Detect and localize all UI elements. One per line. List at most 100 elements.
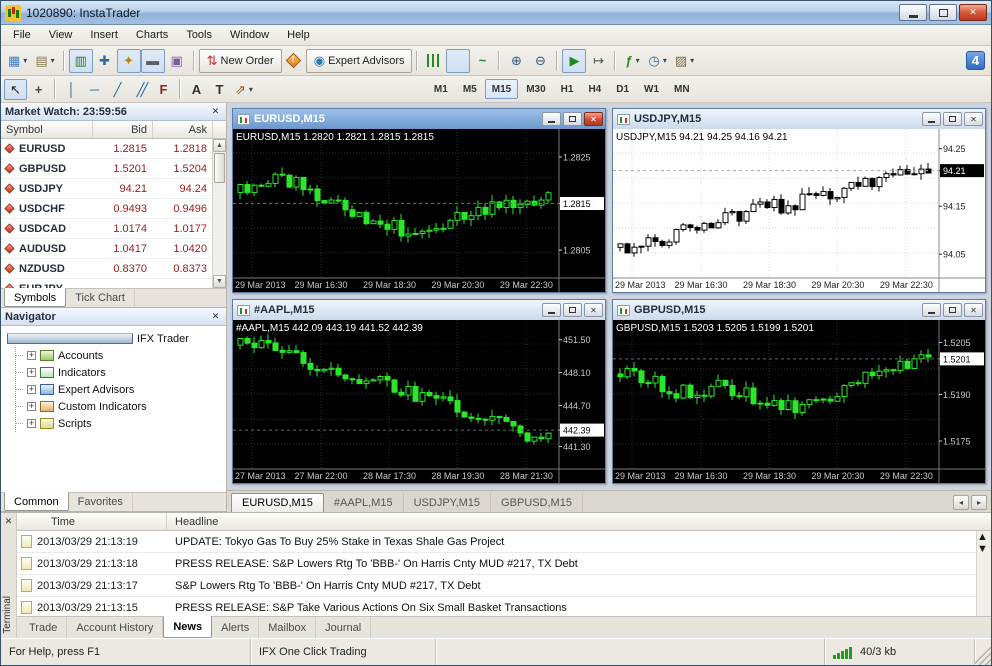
column-headline[interactable]: Headline	[167, 513, 991, 530]
chart-restore-button[interactable]	[943, 303, 962, 317]
timeframe-m30[interactable]: M30	[519, 79, 552, 99]
expand-icon[interactable]: +	[27, 402, 36, 411]
terminal-toggle-button[interactable]: ▬	[140, 48, 165, 73]
zoom-in-button[interactable]: ⊕	[504, 49, 528, 73]
new-order-button[interactable]: ⇅ New Order	[198, 48, 282, 73]
profiles-button[interactable]: ▤ ▾	[31, 49, 58, 73]
periods-button[interactable]: ◷ ▾	[644, 49, 670, 73]
expert-advisors-button[interactable]: ◉ Expert Advisors	[305, 48, 413, 73]
fibonacci-button[interactable]: F	[152, 79, 175, 100]
terminal-tab-trade[interactable]: Trade	[20, 617, 68, 638]
menu-window[interactable]: Window	[221, 27, 278, 43]
new-chart-button[interactable]: ▦ ▾	[4, 49, 31, 73]
chart-minimize-button[interactable]	[922, 112, 941, 126]
tab-scroll-left-icon[interactable]: ◂	[953, 495, 969, 510]
chart-shift-button[interactable]: ↦	[586, 49, 610, 73]
tab-scroll-right-icon[interactable]: ▸	[971, 495, 987, 510]
market-watch-row[interactable]: NZDUSD 0.8370 0.8373	[1, 259, 212, 279]
chart-tab-eurusd-m15[interactable]: EURUSD,M15	[231, 493, 324, 512]
menu-view[interactable]: View	[40, 27, 82, 43]
horizontal-line-button[interactable]: ─	[83, 79, 106, 100]
timeframe-m15[interactable]: M15	[484, 79, 519, 99]
menu-tools[interactable]: Tools	[177, 27, 221, 43]
crosshair-button[interactable]: +	[27, 79, 50, 100]
timeframe-m5[interactable]: M5	[456, 79, 484, 99]
data-window-button[interactable]: ✚	[93, 49, 117, 73]
bar-chart-button[interactable]	[422, 49, 446, 73]
terminal-scrollbar[interactable]: ▲ ▼	[976, 531, 991, 616]
tab-symbols[interactable]: Symbols	[4, 288, 67, 307]
trendline-button[interactable]: ╱	[106, 79, 129, 100]
notifications-button[interactable]: 4	[966, 51, 985, 70]
text-button[interactable]: A	[185, 79, 208, 100]
expand-icon[interactable]: +	[27, 351, 36, 360]
market-watch-toggle-button[interactable]: ▥	[68, 48, 93, 73]
timeframe-d1[interactable]: D1	[609, 79, 636, 99]
chart-title-bar[interactable]: EURUSD,M15 ✕	[233, 109, 605, 129]
chart-close-button[interactable]: ✕	[964, 112, 983, 126]
menu-insert[interactable]: Insert	[81, 27, 127, 43]
templates-button[interactable]: ▨ ▾	[671, 49, 698, 73]
chart-restore-button[interactable]	[563, 303, 582, 317]
timeframe-w1[interactable]: W1	[637, 79, 666, 99]
chart-canvas[interactable]: 451.50 448.10 444.70 442.39 441.30 27 Mar 201…	[233, 320, 605, 483]
chart-canvas[interactable]: 94.25 94.21 94.15 94.05 29 Mar 2013 29 Mar 16…	[613, 129, 985, 292]
terminal-close-icon[interactable]: ✕	[2, 515, 15, 528]
market-watch-row[interactable]: GBPUSD 1.5201 1.5204	[1, 159, 212, 179]
tree-item-expert-advisors[interactable]: + Expert Advisors	[16, 381, 224, 398]
chart-canvas[interactable]: 1.2825 1.2815 1.2805 29 Mar 2013 29 Mar 16:3…	[233, 129, 605, 292]
tree-item-indicators[interactable]: + Indicators	[16, 364, 224, 381]
chart-close-button[interactable]: ✕	[584, 303, 603, 317]
price-chart[interactable]: 1.2825 1.2815 1.2805 29 Mar 2013 29 Mar 16:3…	[233, 129, 605, 292]
chart-title-bar[interactable]: #AAPL,M15 ✕	[233, 300, 605, 320]
candlestick-chart-button[interactable]	[446, 48, 471, 73]
tab-tick-chart[interactable]: Tick Chart	[66, 289, 135, 307]
expand-icon[interactable]: +	[27, 419, 36, 428]
strategy-tester-button[interactable]: ▣	[165, 49, 189, 73]
menu-file[interactable]: File	[4, 27, 40, 43]
chart-restore-button[interactable]	[563, 112, 582, 126]
auto-scroll-button[interactable]: ▶	[562, 48, 587, 73]
column-ask[interactable]: Ask	[153, 121, 213, 138]
timeframe-m1[interactable]: M1	[427, 79, 455, 99]
price-chart[interactable]: 451.50 448.10 444.70 442.39 441.30 27 Mar 201…	[233, 320, 605, 483]
terminal-tab-journal[interactable]: Journal	[316, 617, 372, 638]
line-chart-button[interactable]: ~	[470, 49, 494, 73]
navigator-toggle-button[interactable]: ✦	[116, 48, 141, 73]
chart-minimize-button[interactable]	[542, 112, 561, 126]
scroll-down-icon[interactable]: ▼	[977, 543, 991, 555]
scroll-thumb[interactable]	[214, 153, 225, 183]
channel-button[interactable]: ╱╱	[129, 79, 152, 100]
chart-minimize-button[interactable]	[542, 303, 561, 317]
column-bid[interactable]: Bid	[93, 121, 153, 138]
market-watch-row[interactable]: AUDUSD 1.0417 1.0420	[1, 239, 212, 259]
tree-root[interactable]: IFX Trader	[7, 330, 224, 347]
timeframe-h1[interactable]: H1	[554, 79, 581, 99]
market-watch-scrollbar[interactable]: ▲ ▼	[212, 139, 226, 288]
chart-tab-gbpusd-m15[interactable]: GBPUSD,M15	[491, 493, 583, 512]
column-time[interactable]: Time	[17, 513, 167, 530]
text-label-button[interactable]: T	[208, 79, 231, 100]
minimize-button[interactable]	[899, 4, 927, 21]
zoom-out-button[interactable]: ⊖	[528, 49, 552, 73]
column-symbol[interactable]: Symbol	[1, 121, 93, 138]
scroll-down-icon[interactable]: ▼	[213, 275, 226, 288]
tree-item-custom-indicators[interactable]: + Custom Indicators	[16, 398, 224, 415]
timeframe-h4[interactable]: H4	[581, 79, 608, 99]
chart-minimize-button[interactable]	[922, 303, 941, 317]
chart-tab-aapl-m15[interactable]: #AAPL,M15	[324, 493, 404, 512]
news-row[interactable]: 2013/03/29 21:13:15 PRESS RELEASE: S&P Ta…	[17, 597, 976, 616]
timeframe-mn[interactable]: MN	[667, 79, 697, 99]
terminal-tab-account-history[interactable]: Account History	[67, 617, 164, 638]
scroll-up-icon[interactable]: ▲	[213, 139, 226, 152]
status-mode-text[interactable]: IFX One Click Trading	[251, 639, 436, 665]
expand-icon[interactable]: +	[27, 385, 36, 394]
tree-item-accounts[interactable]: + Accounts	[16, 347, 224, 364]
market-watch-close-icon[interactable]: ✕	[209, 105, 222, 118]
chart-tab-usdjpy-m15[interactable]: USDJPY,M15	[404, 493, 492, 512]
scroll-up-icon[interactable]: ▲	[977, 531, 991, 543]
price-chart[interactable]: 1.5205 1.5201 1.5190 1.5175 29 Mar 2013 29 Ma…	[613, 320, 985, 483]
maximize-button[interactable]	[929, 4, 957, 21]
vertical-line-button[interactable]: │	[60, 79, 83, 100]
news-row[interactable]: 2013/03/29 21:13:17 S&P Lowers Rtg To 'BB…	[17, 575, 976, 597]
